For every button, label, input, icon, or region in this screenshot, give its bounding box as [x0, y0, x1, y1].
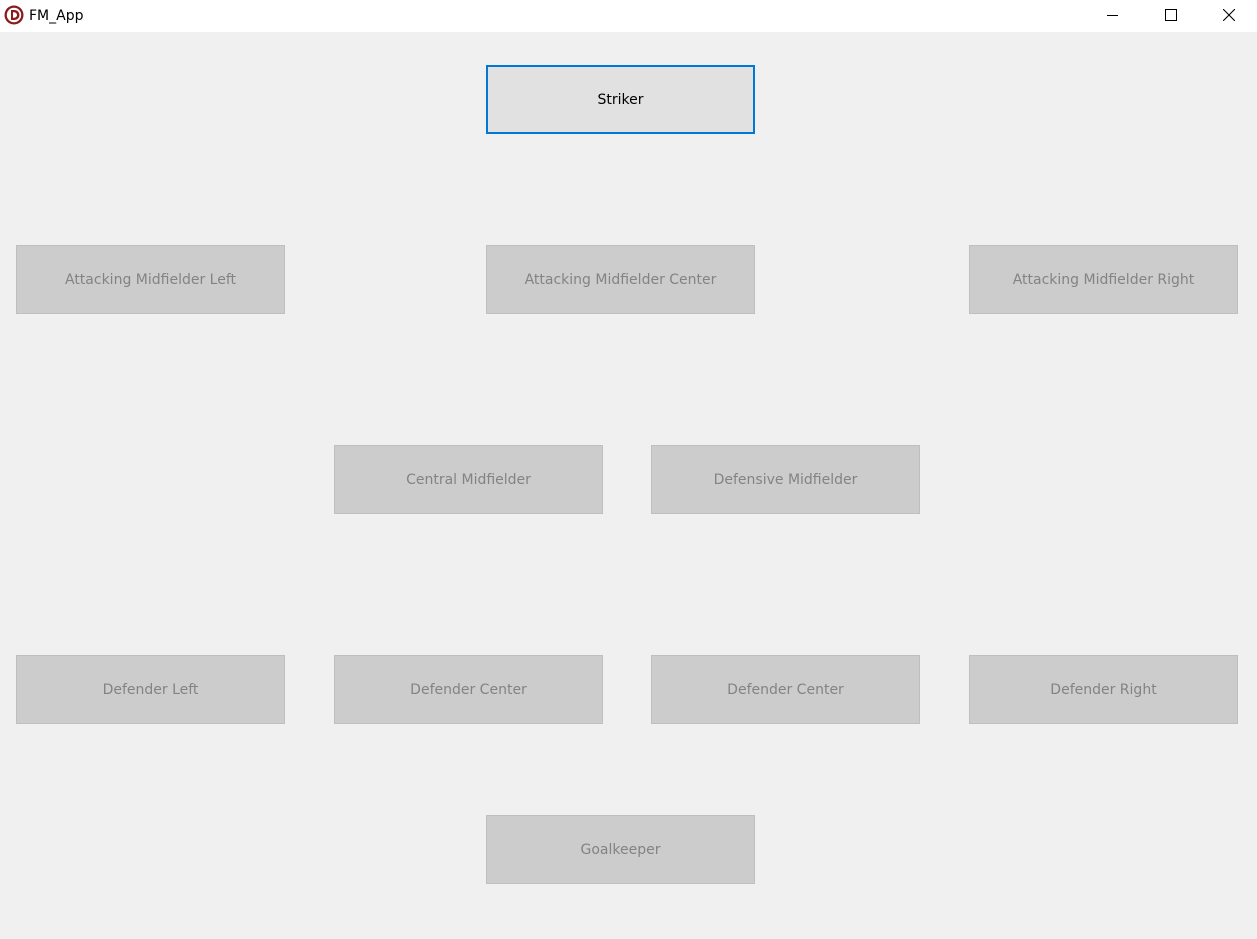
central-midfielder-button[interactable]: Central Midfielder: [334, 445, 603, 514]
close-icon: [1223, 9, 1235, 21]
app-window: FM_App Striker Attacking Midfielder Left…: [0, 0, 1257, 939]
window-title: FM_App: [29, 8, 84, 24]
close-button[interactable]: [1200, 0, 1257, 30]
goalkeeper-button[interactable]: Goalkeeper: [486, 815, 755, 884]
maximize-button[interactable]: [1142, 0, 1200, 30]
formation-panel: Striker Attacking Midfielder Left Attack…: [0, 34, 1257, 939]
defender-left-button[interactable]: Defender Left: [16, 655, 285, 724]
minimize-button[interactable]: [1084, 0, 1142, 30]
defensive-midfielder-button[interactable]: Defensive Midfielder: [651, 445, 920, 514]
defender-center-button-2[interactable]: Defender Center: [651, 655, 920, 724]
minimize-icon: [1107, 9, 1119, 21]
striker-button[interactable]: Striker: [486, 65, 755, 134]
attacking-midfielder-right-button[interactable]: Attacking Midfielder Right: [969, 245, 1238, 314]
defender-right-button[interactable]: Defender Right: [969, 655, 1238, 724]
app-logo-icon: [4, 5, 24, 25]
attacking-midfielder-center-button[interactable]: Attacking Midfielder Center: [486, 245, 755, 314]
attacking-midfielder-left-button[interactable]: Attacking Midfielder Left: [16, 245, 285, 314]
defender-center-button-1[interactable]: Defender Center: [334, 655, 603, 724]
maximize-icon: [1165, 9, 1177, 21]
title-bar[interactable]: FM_App: [0, 0, 1257, 32]
